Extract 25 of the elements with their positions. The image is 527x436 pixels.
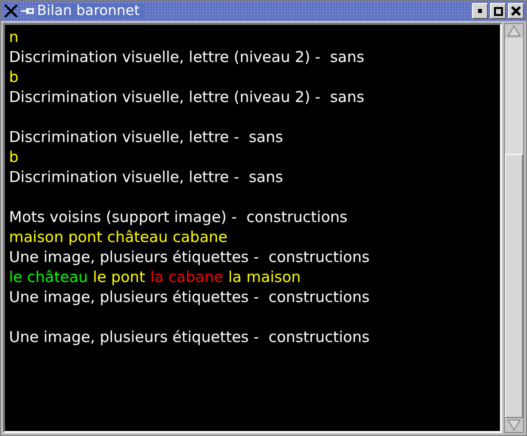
log-text: n <box>9 30 19 44</box>
scroll-up-icon[interactable] <box>505 24 523 38</box>
scroll-down-icon[interactable] <box>505 418 523 432</box>
pin-icon[interactable] <box>21 6 35 16</box>
x-logo-icon[interactable] <box>3 3 19 19</box>
log-text: la cabane <box>150 270 224 284</box>
log-text: b <box>9 150 19 164</box>
log-text: maison pont château cabane <box>9 230 228 244</box>
log-text: Une image, plusieurs étiquettes - constructions <box>9 330 370 344</box>
log-text: Discrimination visuelle, lettre (niveau 2) - sans <box>9 50 364 64</box>
close-button[interactable] <box>508 3 524 19</box>
log-text: le pont <box>92 270 146 284</box>
log-text: le château <box>9 270 88 284</box>
log-text: Une image, plusieurs étiquettes - constructions <box>9 290 370 304</box>
minimize-button[interactable] <box>472 3 488 19</box>
log-text: Discrimination visuelle, lettre - sans <box>9 130 284 144</box>
log-text: Une image, plusieurs étiquettes - constructions <box>9 250 370 264</box>
log-text: la maison <box>228 270 301 284</box>
maximize-button[interactable] <box>490 3 506 19</box>
log-text: b <box>9 70 19 84</box>
log-text: Discrimination visuelle, lettre (niveau 2) - sans <box>9 90 364 104</box>
window-title: Bilan baronnet <box>37 4 144 18</box>
log-text: Discrimination visuelle, lettre - sans <box>9 170 284 184</box>
scrollbar[interactable] <box>504 23 524 433</box>
log-text: Mots voisins (support image) - constructions <box>9 210 348 224</box>
